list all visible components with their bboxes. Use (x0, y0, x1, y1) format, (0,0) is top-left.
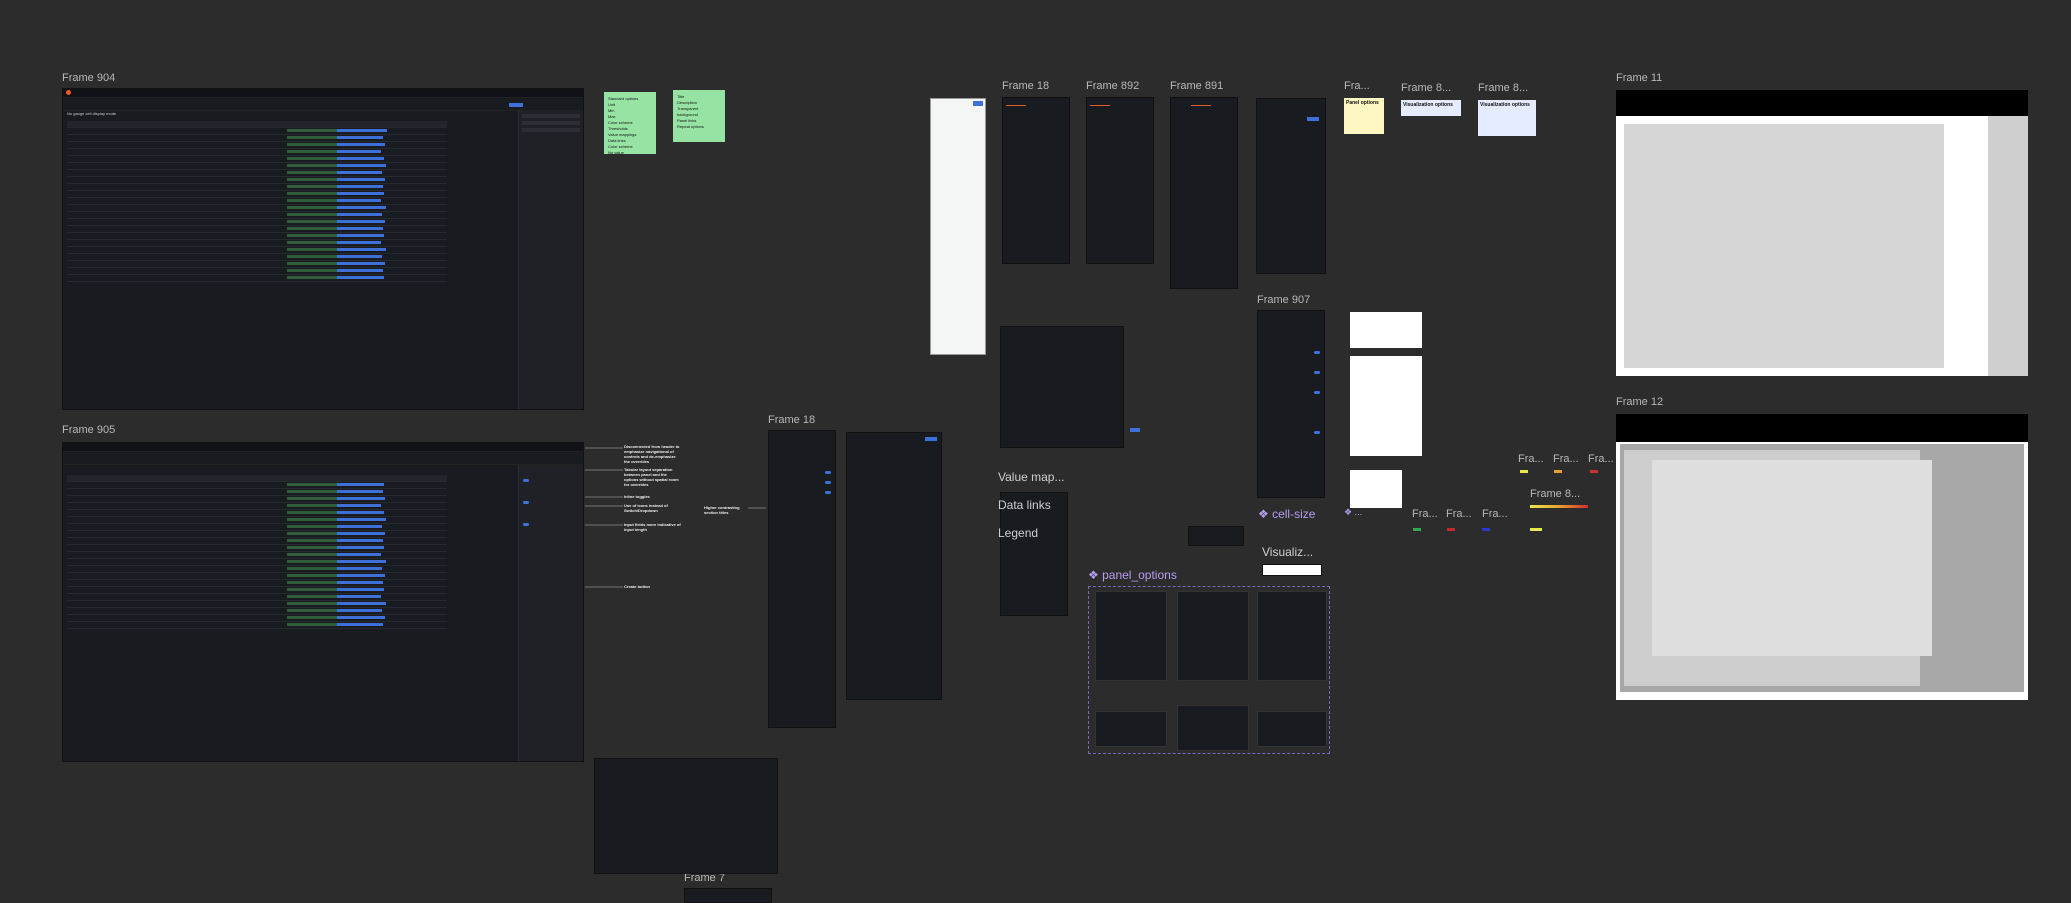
light-options-pane (930, 98, 986, 355)
frame-label-18b[interactable]: Frame 18 (768, 414, 815, 426)
component-visualization[interactable]: Visualiz... (1262, 545, 1313, 559)
frame-label-8b[interactable]: Frame 8... (1478, 82, 1528, 94)
toolbar (63, 98, 583, 111)
primary-button[interactable] (1130, 428, 1140, 432)
sticky-note-panel-options[interactable]: Title Description Transparent background Pan… (673, 90, 725, 142)
frame-label-905[interactable]: Frame 905 (62, 424, 115, 436)
apply-button-light[interactable] (973, 101, 983, 106)
frame-panel-tuning (1256, 98, 1326, 274)
component-dots[interactable]: ❖ ... (1344, 507, 1362, 518)
annotation-1: Disconnected from header to emphasize na… (624, 444, 680, 464)
frame-892 (1086, 97, 1154, 264)
table-options-panel (594, 758, 778, 874)
color-swatch-yellow[interactable] (1520, 470, 1528, 473)
note-viz-options-a[interactable]: Visualization options (1401, 100, 1461, 116)
options-pane-905 (518, 465, 583, 761)
frame-907 (1257, 310, 1325, 498)
annotation-arrow-contrast (748, 507, 766, 509)
number-inputs-component (1350, 312, 1422, 348)
input-variants (1188, 526, 1244, 546)
frame-label-fra1[interactable]: Fra... (1344, 80, 1370, 92)
text-options-component (1350, 356, 1422, 456)
frame-891 (1170, 97, 1238, 289)
frame-label-fra5[interactable]: Fra... (1412, 508, 1438, 520)
panel-options-group (1088, 586, 1330, 754)
frame-18a (1002, 97, 1070, 264)
color-swatch-blue[interactable] (1482, 528, 1490, 531)
annotation-2: Tabular layout separation between panel … (624, 467, 679, 487)
apply-button[interactable] (509, 103, 523, 107)
color-swatch-orange[interactable] (1554, 470, 1562, 473)
frame-label-fra3[interactable]: Fra... (1553, 453, 1579, 465)
frame-label-fra2[interactable]: Fra... (1518, 453, 1544, 465)
color-scheme-gradient[interactable] (1530, 505, 1588, 508)
annotation-7: Higher contrasting section titles (704, 505, 740, 515)
component-legend[interactable]: Legend (998, 526, 1038, 540)
resize-component (1350, 470, 1402, 508)
frame-label-907[interactable]: Frame 907 (1257, 294, 1310, 306)
value-mappings-panel (1000, 326, 1124, 448)
button-group (1130, 408, 1176, 438)
color-swatch-red[interactable] (1590, 470, 1598, 473)
component-icon: ❖ (1344, 507, 1355, 517)
frame-label-904[interactable]: Frame 904 (62, 72, 115, 84)
options-pane (518, 111, 583, 409)
annotation-connectors (585, 447, 623, 588)
frame-11 (1616, 90, 2028, 376)
frame-label-12[interactable]: Frame 12 (1616, 396, 1663, 408)
frame-12 (1616, 414, 2028, 700)
frame-905 (62, 442, 584, 762)
color-swatch-green[interactable] (1413, 528, 1421, 531)
frame-label-18a[interactable]: Frame 18 (1002, 80, 1049, 92)
annotation-6: Create button (624, 584, 650, 589)
frame-label-fra7[interactable]: Fra... (1482, 508, 1508, 520)
component-icon: ❖ (1258, 507, 1273, 521)
viz-picker[interactable] (1262, 564, 1322, 576)
top-nav (63, 89, 583, 98)
data-table (67, 121, 447, 282)
frame-label-892[interactable]: Frame 892 (1086, 80, 1139, 92)
data-table-905 (67, 475, 447, 629)
frame-904: No gauge cell display mode (62, 88, 584, 410)
frame-label-8c[interactable]: Frame 8... (1530, 488, 1580, 500)
table-note: No gauge cell display mode (67, 111, 117, 116)
override-panel (846, 432, 942, 700)
frame-label-891[interactable]: Frame 891 (1170, 80, 1223, 92)
component-value-mappings[interactable]: Value map... (998, 470, 1064, 484)
annotation-5: Input fields more indicative of input le… (624, 522, 681, 532)
frame-label-8a[interactable]: Frame 8... (1401, 82, 1451, 94)
frame-18b (768, 430, 836, 728)
annotation-4: Use of icons instead of Switch/Dropdown (624, 503, 668, 513)
frame-label-fra4[interactable]: Fra... (1588, 453, 1614, 465)
note-viz-options-b[interactable]: Visualization options (1478, 100, 1536, 136)
component-panel-options[interactable]: ❖ panel_options (1088, 568, 1177, 582)
sticky-note-standard-options[interactable]: Standard options Unit Min Max Color scheme Th… (604, 92, 656, 155)
frame-label-fra6[interactable]: Fra... (1446, 508, 1472, 520)
color-swatch-dark-red[interactable] (1447, 528, 1455, 531)
grafana-logo-icon (66, 90, 71, 95)
component-icon: ❖ (1088, 568, 1103, 582)
frame-label-11[interactable]: Frame 11 (1616, 72, 1662, 84)
component-cell-size[interactable]: ❖ cell-size (1258, 507, 1315, 521)
note-panel-options[interactable]: Panel options (1344, 98, 1384, 134)
component-data-links[interactable]: Data links (998, 498, 1051, 512)
annotation-3: Inline toggles (624, 494, 650, 499)
color-swatch-small[interactable] (1530, 528, 1542, 531)
